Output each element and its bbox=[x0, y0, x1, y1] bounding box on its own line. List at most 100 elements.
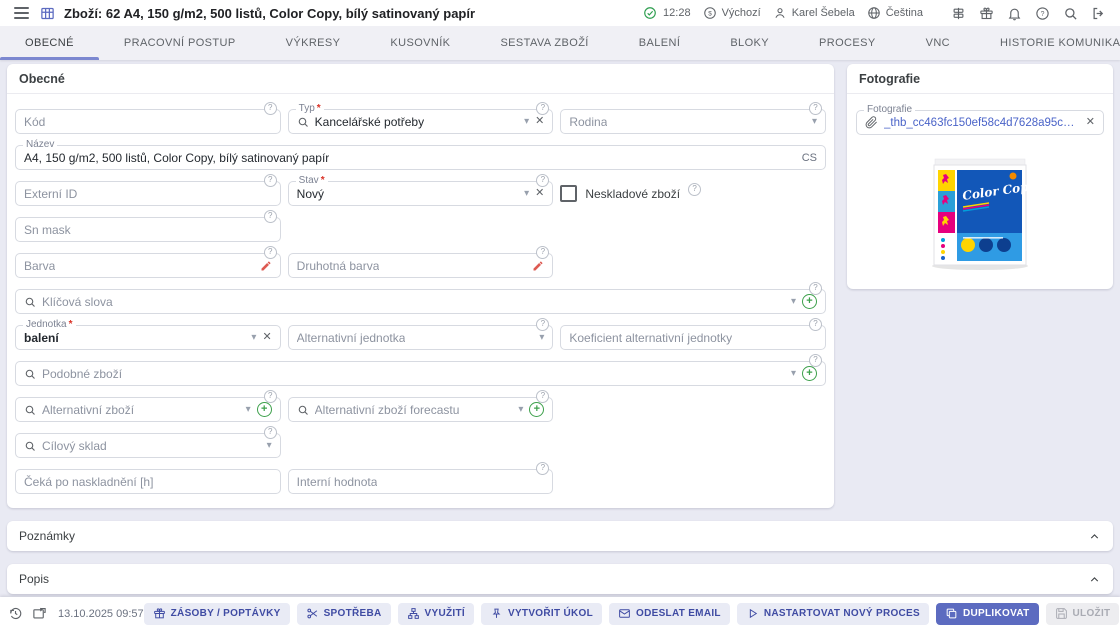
help-badge-icon[interactable]: ? bbox=[264, 102, 277, 115]
typ-field[interactable]: ? Typ* Kancelářské potřeby ▾ ✕ bbox=[288, 109, 554, 134]
help-badge-icon[interactable]: ? bbox=[536, 462, 549, 475]
alternativni-zbozi-forecastu-field[interactable]: ? Alternativní zboží forecastu ▾ + bbox=[288, 397, 554, 422]
druhotna-barva-field[interactable]: ? Druhotná barva bbox=[288, 253, 554, 278]
stav-field[interactable]: ? Stav* Nový ▾ ✕ bbox=[288, 181, 554, 206]
fotografie-field[interactable]: Fotografie _thb_cc463fc150ef58c4d7628a95… bbox=[856, 110, 1104, 135]
koeficient-field[interactable]: ? Koeficient alternativní jednotky bbox=[560, 325, 826, 350]
help-badge-icon[interactable]: ? bbox=[809, 354, 822, 367]
tab-sestava-zbozi[interactable]: SESTAVA ZBOŽÍ bbox=[475, 26, 613, 60]
chevron-down-icon[interactable]: ▾ bbox=[791, 297, 796, 307]
chevron-up-icon[interactable] bbox=[1088, 573, 1101, 586]
help-badge-icon[interactable]: ? bbox=[264, 174, 277, 187]
language-selector[interactable]: Čeština bbox=[867, 6, 923, 20]
tab-bloky[interactable]: BLOKY bbox=[705, 26, 794, 60]
odeslat-email-button[interactable]: ODESLAT EMAIL bbox=[609, 603, 730, 625]
chevron-down-icon[interactable]: ▾ bbox=[246, 405, 251, 415]
chevron-down-icon[interactable]: ▾ bbox=[539, 333, 544, 343]
neskladove-zbozi-checkbox[interactable] bbox=[560, 185, 577, 202]
help-badge-icon[interactable]: ? bbox=[536, 102, 549, 115]
help-badge-icon[interactable]: ? bbox=[536, 246, 549, 259]
clear-icon[interactable]: ✕ bbox=[535, 116, 544, 127]
page-title: Zboží: 62 A4, 150 g/m2, 500 listů, Color… bbox=[64, 6, 475, 21]
edit-pencil-icon[interactable] bbox=[260, 260, 272, 272]
alternativni-zbozi-field[interactable]: ? Alternativní zboží ▾ + bbox=[15, 397, 281, 422]
duplikovat-button[interactable]: DUPLIKOVAT bbox=[936, 603, 1039, 625]
rodina-field[interactable]: ? Rodina ▾ bbox=[560, 109, 826, 134]
add-circle-icon[interactable]: + bbox=[802, 366, 817, 381]
spotreba-button[interactable]: SPOTŘEBA bbox=[297, 603, 391, 625]
chevron-down-icon[interactable]: ▾ bbox=[251, 333, 256, 343]
save-icon bbox=[1055, 607, 1068, 620]
tab-baleni[interactable]: BALENÍ bbox=[614, 26, 706, 60]
tab-vykresy[interactable]: VÝKRESY bbox=[261, 26, 366, 60]
profile-selector[interactable]: $ Výchozí bbox=[703, 6, 761, 20]
help-badge-icon[interactable]: ? bbox=[264, 246, 277, 259]
cilovy-sklad-field[interactable]: ? Cílový sklad ▾ bbox=[15, 433, 281, 458]
search-icon bbox=[24, 440, 36, 452]
help-icon[interactable]: ? bbox=[1035, 6, 1050, 21]
ulozit-button[interactable]: ULOŽIT bbox=[1046, 603, 1120, 625]
help-badge-icon[interactable]: ? bbox=[809, 102, 822, 115]
nastartovat-novy-proces-button[interactable]: NASTARTOVAT NOVÝ PROCES bbox=[737, 603, 929, 625]
zasoby-poptavky-button[interactable]: ZÁSOBY / POPTÁVKY bbox=[144, 603, 290, 625]
hamburger-menu-icon[interactable] bbox=[14, 4, 29, 22]
help-badge-icon[interactable]: ? bbox=[536, 174, 549, 187]
clear-icon[interactable]: ✕ bbox=[262, 332, 271, 343]
chevron-down-icon[interactable]: ▾ bbox=[524, 189, 529, 199]
edit-pencil-icon[interactable] bbox=[532, 260, 544, 272]
jednotka-field[interactable]: Jednotka* balení ▾ ✕ bbox=[15, 325, 281, 350]
tab-kusovnik[interactable]: KUSOVNÍK bbox=[365, 26, 475, 60]
nazev-field[interactable]: Název A4, 150 g/m2, 500 listů, Color Cop… bbox=[15, 145, 826, 170]
alternativni-jednotka-field[interactable]: ? Alternativní jednotka ▾ bbox=[288, 325, 554, 350]
help-badge-icon[interactable]: ? bbox=[264, 210, 277, 223]
interni-hodnota-field[interactable]: ? Interní hodnota bbox=[288, 469, 554, 494]
history-icon[interactable] bbox=[8, 606, 23, 621]
photo-filename-link[interactable]: _thb_cc463fc150ef58c4d7628a95c4614fe0.jp… bbox=[884, 117, 1080, 129]
help-badge-icon[interactable]: ? bbox=[536, 318, 549, 331]
tab-obecne[interactable]: OBECNÉ bbox=[0, 26, 99, 60]
tab-historie-komunikace[interactable]: HISTORIE KOMUNIKACE bbox=[975, 26, 1120, 60]
help-badge-icon[interactable]: ? bbox=[264, 426, 277, 439]
add-circle-icon[interactable]: + bbox=[257, 402, 272, 417]
chevron-down-icon[interactable]: ▾ bbox=[267, 441, 272, 451]
search-icon[interactable] bbox=[1063, 6, 1078, 21]
envelope-icon bbox=[618, 607, 631, 620]
gift-icon[interactable] bbox=[979, 6, 994, 21]
notes-section-header[interactable]: Poznámky bbox=[7, 521, 1113, 551]
chevron-up-icon[interactable] bbox=[1088, 530, 1101, 543]
help-badge-icon[interactable]: ? bbox=[264, 390, 277, 403]
externi-id-field[interactable]: ? Externí ID bbox=[15, 181, 281, 206]
help-badge-icon[interactable]: ? bbox=[809, 282, 822, 295]
vyuziti-button[interactable]: VYUŽITÍ bbox=[398, 603, 474, 625]
chevron-down-icon[interactable]: ▾ bbox=[812, 117, 817, 127]
remove-photo-icon[interactable]: ✕ bbox=[1086, 117, 1095, 128]
notifications-bell-icon[interactable] bbox=[1007, 6, 1022, 21]
podobne-zbozi-field[interactable]: ? Podobné zboží ▾ + bbox=[15, 361, 826, 386]
tab-pracovni-postup[interactable]: PRACOVNÍ POSTUP bbox=[99, 26, 261, 60]
help-badge-icon[interactable]: ? bbox=[688, 183, 701, 196]
description-section-header[interactable]: Popis bbox=[7, 564, 1113, 594]
barva-field[interactable]: ? Barva bbox=[15, 253, 281, 278]
chevron-down-icon[interactable]: ▾ bbox=[791, 369, 796, 379]
screen-share-icon[interactable] bbox=[32, 606, 47, 621]
grid-module-icon[interactable] bbox=[40, 6, 55, 21]
sn-mask-field[interactable]: ? Sn mask bbox=[15, 217, 281, 242]
vytvorit-ukol-button[interactable]: VYTVOŘIT ÚKOL bbox=[481, 603, 602, 625]
user-menu[interactable]: Karel Šebela bbox=[773, 6, 855, 20]
logout-icon[interactable] bbox=[1091, 6, 1106, 21]
clear-icon[interactable]: ✕ bbox=[535, 188, 544, 199]
tab-vnc[interactable]: VNC bbox=[901, 26, 975, 60]
signpost-icon[interactable] bbox=[951, 6, 966, 21]
add-circle-icon[interactable]: + bbox=[802, 294, 817, 309]
tab-procesy[interactable]: PROCESY bbox=[794, 26, 901, 60]
ceka-po-naskladneni-field[interactable]: Čeká po naskladnění [h] bbox=[15, 469, 281, 494]
chevron-down-icon[interactable]: ▾ bbox=[518, 405, 523, 415]
klicova-slova-field[interactable]: ? Klíčová slova ▾ + bbox=[15, 289, 826, 314]
general-panel: Obecné ? Kód ? Typ* Kancelářské potřeby … bbox=[7, 64, 834, 508]
chevron-down-icon[interactable]: ▾ bbox=[524, 117, 529, 127]
help-badge-icon[interactable]: ? bbox=[536, 390, 549, 403]
add-circle-icon[interactable]: + bbox=[529, 402, 544, 417]
kod-field[interactable]: ? Kód bbox=[15, 109, 281, 134]
notes-section-label: Poznámky bbox=[19, 529, 75, 543]
help-badge-icon[interactable]: ? bbox=[809, 318, 822, 331]
